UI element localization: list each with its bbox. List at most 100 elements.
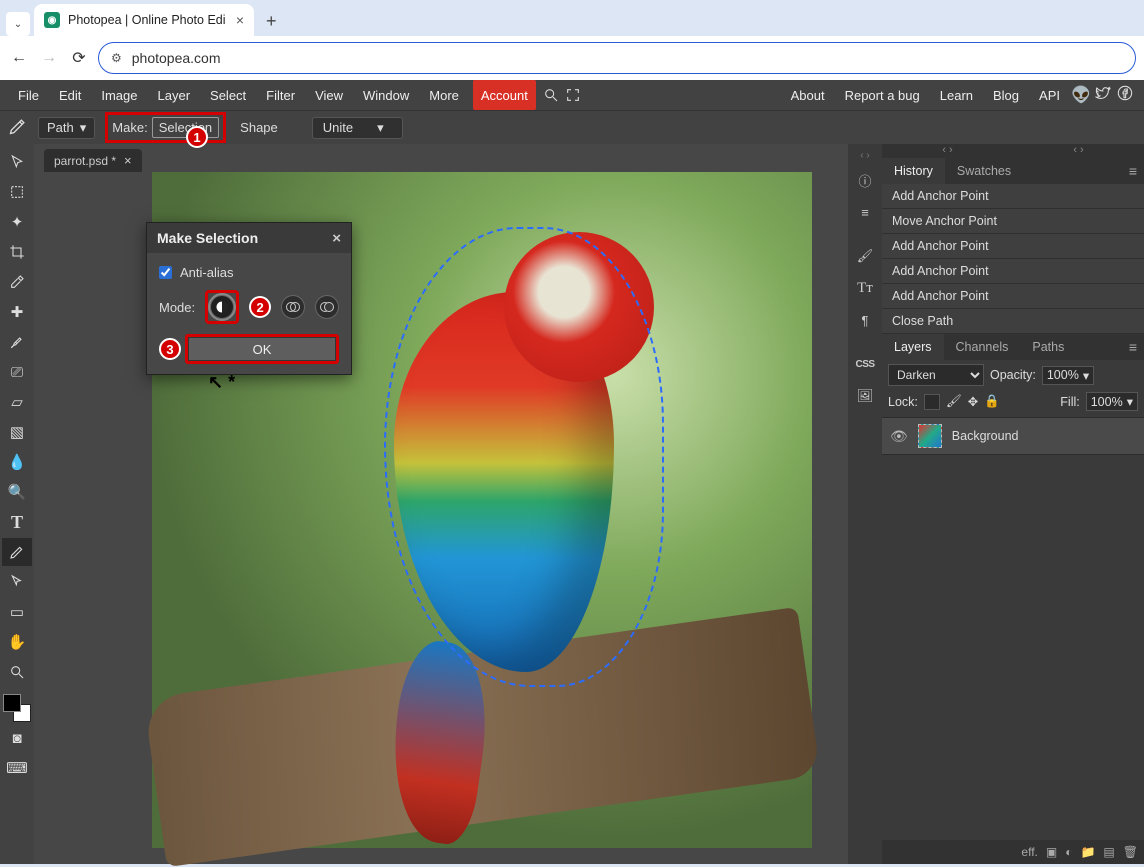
- path-select-tool[interactable]: [2, 568, 32, 596]
- menubar-search-icon[interactable]: [540, 87, 562, 103]
- url-bar[interactable]: ⚙ photopea.com: [98, 42, 1136, 74]
- menu-image[interactable]: Image: [91, 80, 147, 110]
- history-item[interactable]: Add Anchor Point: [882, 184, 1144, 209]
- link-blog[interactable]: Blog: [983, 80, 1029, 110]
- css-panel-icon[interactable]: CSS: [852, 351, 878, 377]
- pen-tool[interactable]: [2, 538, 32, 566]
- gradient-tool[interactable]: ▧: [2, 418, 32, 446]
- fill-input[interactable]: 100% ▾: [1086, 392, 1138, 411]
- menu-window[interactable]: Window: [353, 80, 419, 110]
- tab-list-button[interactable]: ⌄: [6, 12, 30, 36]
- brush-tool[interactable]: [2, 328, 32, 356]
- zoom-tool[interactable]: [2, 658, 32, 686]
- twitter-icon[interactable]: [1092, 85, 1114, 106]
- dialog-titlebar[interactable]: Make Selection ×: [147, 223, 351, 253]
- menu-filter[interactable]: Filter: [256, 80, 305, 110]
- character-panel-icon[interactable]: Tт: [852, 275, 878, 301]
- history-item[interactable]: Add Anchor Point: [882, 284, 1144, 309]
- tab-swatches[interactable]: Swatches: [945, 158, 1023, 184]
- link-learn[interactable]: Learn: [930, 80, 983, 110]
- crop-tool[interactable]: [2, 238, 32, 266]
- dialog-close-icon[interactable]: ×: [332, 230, 341, 247]
- link-about[interactable]: About: [781, 80, 835, 110]
- history-panel-menu-icon[interactable]: ≡: [1122, 163, 1144, 179]
- new-tab-button[interactable]: +: [258, 7, 285, 36]
- dodge-tool[interactable]: 🔍: [2, 478, 32, 506]
- menu-edit[interactable]: Edit: [49, 80, 91, 110]
- canvas[interactable]: Make Selection × Anti-alias Mode:: [34, 172, 848, 864]
- brush-panel-icon[interactable]: 🖌: [852, 243, 878, 269]
- adjust-panel-icon[interactable]: ≡: [852, 199, 878, 225]
- eraser-tool[interactable]: ▱: [2, 388, 32, 416]
- fx-button[interactable]: eff.: [1021, 845, 1037, 859]
- marquee-tool[interactable]: [2, 178, 32, 206]
- browser-tab[interactable]: ◉ Photopea | Online Photo Edi ×: [34, 4, 254, 36]
- layer-visibility-icon[interactable]: 👁: [890, 428, 908, 445]
- menu-account[interactable]: Account: [473, 80, 536, 110]
- menu-layer[interactable]: Layer: [148, 80, 201, 110]
- lock-all-icon[interactable]: 🔒: [984, 394, 1000, 409]
- history-item[interactable]: Close Path: [882, 309, 1144, 334]
- tab-history[interactable]: History: [882, 158, 945, 184]
- link-api[interactable]: API: [1029, 80, 1070, 110]
- menu-file[interactable]: File: [8, 80, 49, 110]
- adjustment-button[interactable]: ◐: [1065, 845, 1072, 859]
- blur-tool[interactable]: 💧: [2, 448, 32, 476]
- doc-tab-parrot[interactable]: parrot.psd * ×: [44, 149, 142, 172]
- magic-wand-tool[interactable]: ✦: [2, 208, 32, 236]
- clone-stamp-tool[interactable]: ⎚: [2, 358, 32, 386]
- history-item[interactable]: Add Anchor Point: [882, 259, 1144, 284]
- hand-tool[interactable]: ✋: [2, 628, 32, 656]
- healing-tool[interactable]: ✚: [2, 298, 32, 326]
- ok-button[interactable]: OK: [188, 337, 336, 361]
- quickmask-toggle[interactable]: ◙: [2, 724, 32, 752]
- lock-position-icon[interactable]: ✥: [968, 394, 978, 409]
- site-settings-icon[interactable]: ⚙: [111, 51, 122, 65]
- tab-layers[interactable]: Layers: [882, 334, 944, 360]
- delete-layer-button[interactable]: 🗑: [1123, 845, 1138, 859]
- info-panel-icon[interactable]: ⓘ: [852, 167, 878, 193]
- move-tool[interactable]: [2, 148, 32, 176]
- mode-add-selection[interactable]: [281, 295, 305, 319]
- reddit-icon[interactable]: 👽: [1070, 85, 1092, 105]
- back-button[interactable]: ←: [8, 49, 30, 67]
- facebook-icon[interactable]: [1114, 85, 1136, 106]
- tab-channels[interactable]: Channels: [944, 334, 1021, 360]
- rectangle-tool[interactable]: ▭: [2, 598, 32, 626]
- close-doc-icon[interactable]: ×: [124, 153, 132, 168]
- blend-mode-select[interactable]: Darken: [888, 364, 984, 386]
- make-group-highlight: Make: Selection: [105, 112, 226, 143]
- link-report-bug[interactable]: Report a bug: [835, 80, 930, 110]
- mode-subtract-selection[interactable]: [315, 295, 339, 319]
- new-layer-button[interactable]: ▤: [1103, 845, 1114, 859]
- menu-select[interactable]: Select: [200, 80, 256, 110]
- forward-button[interactable]: →: [38, 49, 60, 67]
- color-swatches[interactable]: [3, 694, 31, 722]
- layer-row-background[interactable]: 👁 Background: [882, 417, 1144, 455]
- layer-thumbnail[interactable]: [918, 424, 942, 448]
- eyedropper-tool[interactable]: [2, 268, 32, 296]
- image-panel-icon[interactable]: 🖼: [852, 383, 878, 409]
- lock-image-icon[interactable]: 🖌: [946, 394, 962, 409]
- close-tab-icon[interactable]: ×: [236, 12, 244, 28]
- layers-panel-menu-icon[interactable]: ≡: [1122, 339, 1144, 355]
- reload-button[interactable]: ⟳: [68, 48, 90, 68]
- screen-mode-toggle[interactable]: ⌨: [2, 754, 32, 782]
- tab-paths[interactable]: Paths: [1020, 334, 1076, 360]
- menu-more[interactable]: More: [419, 80, 469, 110]
- history-item[interactable]: Add Anchor Point: [882, 234, 1144, 259]
- make-shape-button[interactable]: Shape: [236, 120, 282, 135]
- type-tool[interactable]: T: [2, 508, 32, 536]
- lock-transparency-icon[interactable]: [924, 394, 940, 410]
- mode-new-selection[interactable]: [210, 295, 234, 319]
- opacity-input[interactable]: 100% ▾: [1042, 366, 1094, 385]
- path-operation-select[interactable]: Unite▾: [312, 117, 403, 139]
- fullscreen-icon[interactable]: [562, 87, 584, 103]
- anti-alias-checkbox[interactable]: [159, 266, 172, 279]
- folder-button[interactable]: 📁: [1080, 845, 1095, 859]
- mask-button[interactable]: ▣: [1046, 845, 1057, 859]
- history-item[interactable]: Move Anchor Point: [882, 209, 1144, 234]
- paragraph-panel-icon[interactable]: ¶: [852, 307, 878, 333]
- path-mode-select[interactable]: Path▾: [38, 117, 95, 139]
- menu-view[interactable]: View: [305, 80, 353, 110]
